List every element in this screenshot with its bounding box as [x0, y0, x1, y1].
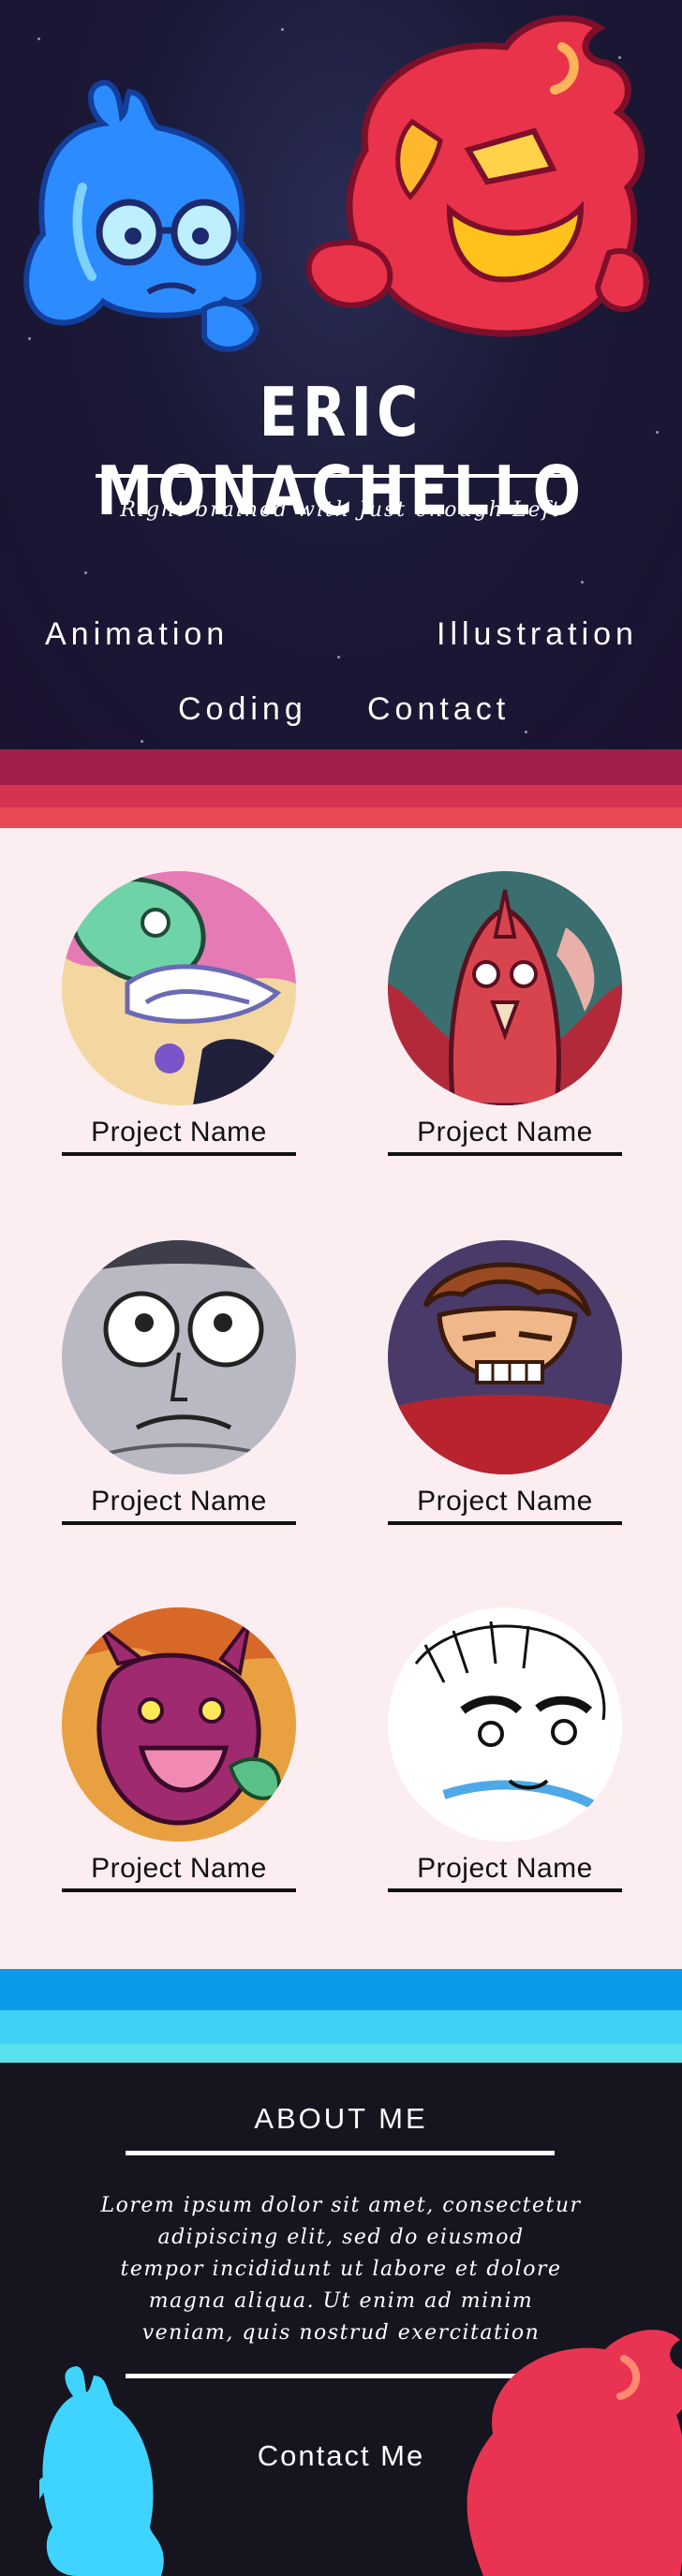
project-card[interactable]: Project Name: [388, 1240, 622, 1525]
nav-animation-link[interactable]: Animation: [45, 616, 229, 653]
star: [84, 571, 87, 574]
purple-dragon-thumbnail-icon: [62, 1607, 296, 1842]
project-card[interactable]: Project Name: [388, 871, 622, 1156]
nav-illustration-link[interactable]: Illustration: [437, 616, 638, 653]
red-stripe-dark: [0, 749, 682, 785]
title-divider: [96, 474, 571, 478]
star: [337, 656, 340, 659]
project-divider: [62, 1521, 296, 1525]
blue-stripe-mid: [0, 2010, 682, 2044]
contact-me-link[interactable]: Contact Me: [0, 2439, 682, 2473]
about-line: adipiscing elit, sed do eiusmod: [157, 2226, 525, 2249]
about-line: tempor incididunt ut labore et dolore: [120, 2258, 562, 2281]
project-name-label: Project Name: [417, 1486, 593, 1517]
star: [581, 581, 584, 584]
red-stripe-light: [0, 807, 682, 828]
tagline: Right brained with Just enough Left: [120, 498, 562, 522]
blue-ghost-mascot-icon: [23, 79, 262, 352]
blue-stripe-light: [0, 2044, 682, 2063]
project-name-label: Project Name: [417, 1117, 593, 1147]
about-line: Lorem ipsum dolor sit amet, consectetur: [100, 2194, 582, 2217]
project-card[interactable]: Project Name: [62, 871, 296, 1156]
project-name-label: Project Name: [91, 1486, 267, 1517]
nav-contact-link[interactable]: Contact: [367, 691, 510, 728]
project-divider: [388, 1152, 622, 1156]
nav-coding-link[interactable]: Coding: [178, 691, 307, 728]
red-stripe-mid: [0, 785, 682, 807]
project-name-label: Project Name: [91, 1117, 267, 1147]
project-name-label: Project Name: [417, 1853, 593, 1884]
project-card[interactable]: Project Name: [62, 1607, 296, 1892]
red-bird-thumbnail-icon: [388, 871, 622, 1105]
red-flame-mascot-icon: [305, 15, 649, 337]
ink-sketch-thumbnail-icon: [388, 1607, 622, 1842]
project-divider: [388, 1888, 622, 1892]
gritting-teeth-boy-thumbnail-icon: [388, 1240, 622, 1474]
star: [281, 28, 284, 31]
about-line: magna aliqua. Ut enim ad minim: [148, 2289, 534, 2313]
blue-stripe-dark: [0, 1969, 682, 2010]
project-name-label: Project Name: [91, 1853, 267, 1884]
project-divider: [62, 1152, 296, 1156]
project-card[interactable]: Project Name: [62, 1240, 296, 1525]
about-title: ABOUT ME: [254, 2102, 428, 2135]
projects-grid: Project Name Project Name Project Name P…: [0, 828, 682, 1969]
star: [656, 431, 659, 434]
star: [37, 37, 40, 40]
about-divider-top: [126, 2151, 555, 2155]
wide-eyed-face-thumbnail-icon: [62, 1240, 296, 1474]
hero-header: ERIC MONACHELLO Right brained with Just …: [0, 0, 682, 749]
project-card[interactable]: Project Name: [388, 1607, 622, 1892]
star: [525, 731, 527, 733]
about-section: ABOUT ME Lorem ipsum dolor sit amet, con…: [0, 2063, 682, 2576]
star: [141, 740, 143, 743]
green-creature-thumbnail-icon: [62, 871, 296, 1105]
project-divider: [62, 1888, 296, 1892]
project-divider: [388, 1521, 622, 1525]
